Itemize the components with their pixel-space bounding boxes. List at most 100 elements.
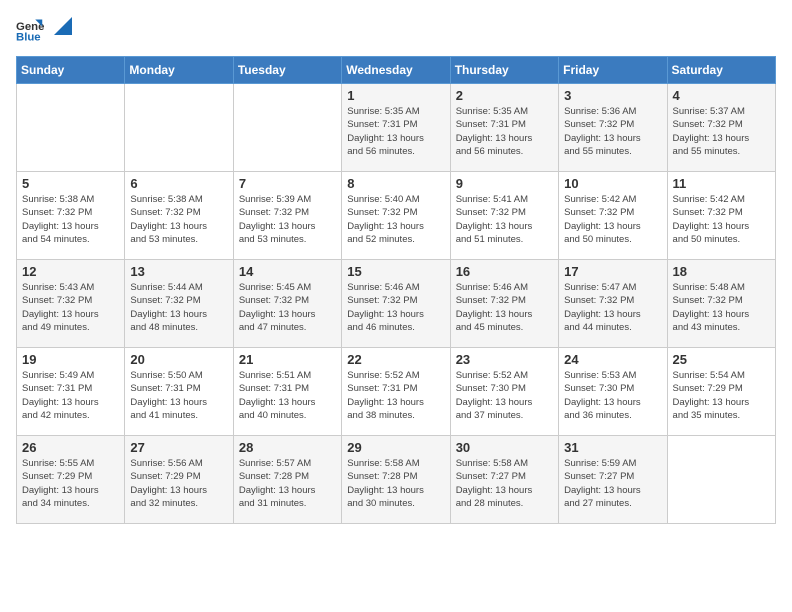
weekday-header-tuesday: Tuesday	[233, 57, 341, 84]
day-number: 12	[22, 264, 119, 279]
day-info: Sunrise: 5:58 AM Sunset: 7:27 PM Dayligh…	[456, 457, 553, 510]
day-info: Sunrise: 5:48 AM Sunset: 7:32 PM Dayligh…	[673, 281, 770, 334]
day-info: Sunrise: 5:47 AM Sunset: 7:32 PM Dayligh…	[564, 281, 661, 334]
week-row-2: 5 Sunrise: 5:38 AM Sunset: 7:32 PM Daylig…	[17, 172, 776, 260]
week-row-3: 12 Sunrise: 5:43 AM Sunset: 7:32 PM Dayli…	[17, 260, 776, 348]
calendar-cell: 1 Sunrise: 5:35 AM Sunset: 7:31 PM Daylig…	[342, 84, 450, 172]
day-number: 7	[239, 176, 336, 191]
calendar-cell: 24 Sunrise: 5:53 AM Sunset: 7:30 PM Dayli…	[559, 348, 667, 436]
day-number: 27	[130, 440, 227, 455]
day-number: 30	[456, 440, 553, 455]
day-info: Sunrise: 5:35 AM Sunset: 7:31 PM Dayligh…	[456, 105, 553, 158]
day-number: 10	[564, 176, 661, 191]
day-number: 11	[673, 176, 770, 191]
day-number: 13	[130, 264, 227, 279]
day-info: Sunrise: 5:45 AM Sunset: 7:32 PM Dayligh…	[239, 281, 336, 334]
calendar-cell: 10 Sunrise: 5:42 AM Sunset: 7:32 PM Dayli…	[559, 172, 667, 260]
day-number: 23	[456, 352, 553, 367]
calendar-cell: 17 Sunrise: 5:47 AM Sunset: 7:32 PM Dayli…	[559, 260, 667, 348]
day-number: 15	[347, 264, 444, 279]
day-number: 20	[130, 352, 227, 367]
day-number: 17	[564, 264, 661, 279]
day-info: Sunrise: 5:36 AM Sunset: 7:32 PM Dayligh…	[564, 105, 661, 158]
calendar-cell: 16Sunrise: 5:46 AM Sunset: 7:32 PM Dayli…	[450, 260, 558, 348]
day-info: Sunrise: 5:37 AM Sunset: 7:32 PM Dayligh…	[673, 105, 770, 158]
calendar-cell: 9Sunrise: 5:41 AM Sunset: 7:32 PM Daylig…	[450, 172, 558, 260]
logo-icon: General Blue	[16, 16, 44, 44]
day-info: Sunrise: 5:42 AM Sunset: 7:32 PM Dayligh…	[673, 193, 770, 246]
day-info: Sunrise: 5:40 AM Sunset: 7:32 PM Dayligh…	[347, 193, 444, 246]
calendar-table: SundayMondayTuesdayWednesdayThursdayFrid…	[16, 56, 776, 524]
calendar-cell: 14 Sunrise: 5:45 AM Sunset: 7:32 PM Dayli…	[233, 260, 341, 348]
calendar-cell: 22Sunrise: 5:52 AM Sunset: 7:31 PM Dayli…	[342, 348, 450, 436]
calendar-cell: 29 Sunrise: 5:58 AM Sunset: 7:28 PM Dayli…	[342, 436, 450, 524]
day-info: Sunrise: 5:54 AM Sunset: 7:29 PM Dayligh…	[673, 369, 770, 422]
calendar-cell: 4 Sunrise: 5:37 AM Sunset: 7:32 PM Daylig…	[667, 84, 775, 172]
calendar-cell: 5 Sunrise: 5:38 AM Sunset: 7:32 PM Daylig…	[17, 172, 125, 260]
day-info: Sunrise: 5:51 AM Sunset: 7:31 PM Dayligh…	[239, 369, 336, 422]
day-number: 9	[456, 176, 553, 191]
day-info: Sunrise: 5:57 AM Sunset: 7:28 PM Dayligh…	[239, 457, 336, 510]
calendar-cell: 20 Sunrise: 5:50 AM Sunset: 7:31 PM Dayli…	[125, 348, 233, 436]
calendar-cell: 30 Sunrise: 5:58 AM Sunset: 7:27 PM Dayli…	[450, 436, 558, 524]
day-info: Sunrise: 5:44 AM Sunset: 7:32 PM Dayligh…	[130, 281, 227, 334]
calendar-cell: 2Sunrise: 5:35 AM Sunset: 7:31 PM Daylig…	[450, 84, 558, 172]
calendar-cell: 19 Sunrise: 5:49 AM Sunset: 7:31 PM Dayli…	[17, 348, 125, 436]
weekday-header-saturday: Saturday	[667, 57, 775, 84]
week-row-5: 26Sunrise: 5:55 AM Sunset: 7:29 PM Dayli…	[17, 436, 776, 524]
day-number: 5	[22, 176, 119, 191]
calendar-cell: 11 Sunrise: 5:42 AM Sunset: 7:32 PM Dayli…	[667, 172, 775, 260]
day-number: 28	[239, 440, 336, 455]
calendar-cell: 6 Sunrise: 5:38 AM Sunset: 7:32 PM Daylig…	[125, 172, 233, 260]
day-info: Sunrise: 5:42 AM Sunset: 7:32 PM Dayligh…	[564, 193, 661, 246]
day-number: 29	[347, 440, 444, 455]
logo-triangle-icon	[54, 17, 72, 35]
calendar-cell: 7 Sunrise: 5:39 AM Sunset: 7:32 PM Daylig…	[233, 172, 341, 260]
calendar-cell: 31 Sunrise: 5:59 AM Sunset: 7:27 PM Dayli…	[559, 436, 667, 524]
calendar-cell: 13 Sunrise: 5:44 AM Sunset: 7:32 PM Dayli…	[125, 260, 233, 348]
day-number: 25	[673, 352, 770, 367]
weekday-header-friday: Friday	[559, 57, 667, 84]
day-number: 24	[564, 352, 661, 367]
calendar-cell	[233, 84, 341, 172]
page-header: General Blue	[16, 16, 776, 44]
calendar-cell: 26Sunrise: 5:55 AM Sunset: 7:29 PM Dayli…	[17, 436, 125, 524]
day-number: 31	[564, 440, 661, 455]
day-info: Sunrise: 5:43 AM Sunset: 7:32 PM Dayligh…	[22, 281, 119, 334]
day-number: 1	[347, 88, 444, 103]
day-info: Sunrise: 5:59 AM Sunset: 7:27 PM Dayligh…	[564, 457, 661, 510]
day-number: 3	[564, 88, 661, 103]
day-info: Sunrise: 5:53 AM Sunset: 7:30 PM Dayligh…	[564, 369, 661, 422]
day-number: 4	[673, 88, 770, 103]
day-number: 19	[22, 352, 119, 367]
day-info: Sunrise: 5:35 AM Sunset: 7:31 PM Dayligh…	[347, 105, 444, 158]
day-info: Sunrise: 5:38 AM Sunset: 7:32 PM Dayligh…	[130, 193, 227, 246]
logo: General Blue	[16, 16, 72, 44]
week-row-1: 1 Sunrise: 5:35 AM Sunset: 7:31 PM Daylig…	[17, 84, 776, 172]
calendar-cell	[667, 436, 775, 524]
day-info: Sunrise: 5:52 AM Sunset: 7:30 PM Dayligh…	[456, 369, 553, 422]
calendar-cell: 21 Sunrise: 5:51 AM Sunset: 7:31 PM Dayli…	[233, 348, 341, 436]
calendar-cell	[125, 84, 233, 172]
calendar-cell: 25 Sunrise: 5:54 AM Sunset: 7:29 PM Dayli…	[667, 348, 775, 436]
day-info: Sunrise: 5:39 AM Sunset: 7:32 PM Dayligh…	[239, 193, 336, 246]
weekday-header-sunday: Sunday	[17, 57, 125, 84]
weekday-header-monday: Monday	[125, 57, 233, 84]
calendar-cell: 27 Sunrise: 5:56 AM Sunset: 7:29 PM Dayli…	[125, 436, 233, 524]
calendar-cell: 15Sunrise: 5:46 AM Sunset: 7:32 PM Dayli…	[342, 260, 450, 348]
day-number: 18	[673, 264, 770, 279]
svg-text:Blue: Blue	[16, 32, 41, 44]
weekday-header-wednesday: Wednesday	[342, 57, 450, 84]
day-info: Sunrise: 5:49 AM Sunset: 7:31 PM Dayligh…	[22, 369, 119, 422]
day-number: 14	[239, 264, 336, 279]
day-number: 26	[22, 440, 119, 455]
day-number: 21	[239, 352, 336, 367]
day-info: Sunrise: 5:58 AM Sunset: 7:28 PM Dayligh…	[347, 457, 444, 510]
day-number: 6	[130, 176, 227, 191]
day-info: Sunrise: 5:50 AM Sunset: 7:31 PM Dayligh…	[130, 369, 227, 422]
day-info: Sunrise: 5:46 AM Sunset: 7:32 PM Dayligh…	[456, 281, 553, 334]
day-info: Sunrise: 5:38 AM Sunset: 7:32 PM Dayligh…	[22, 193, 119, 246]
calendar-cell: 12 Sunrise: 5:43 AM Sunset: 7:32 PM Dayli…	[17, 260, 125, 348]
day-info: Sunrise: 5:56 AM Sunset: 7:29 PM Dayligh…	[130, 457, 227, 510]
weekday-header-row: SundayMondayTuesdayWednesdayThursdayFrid…	[17, 57, 776, 84]
